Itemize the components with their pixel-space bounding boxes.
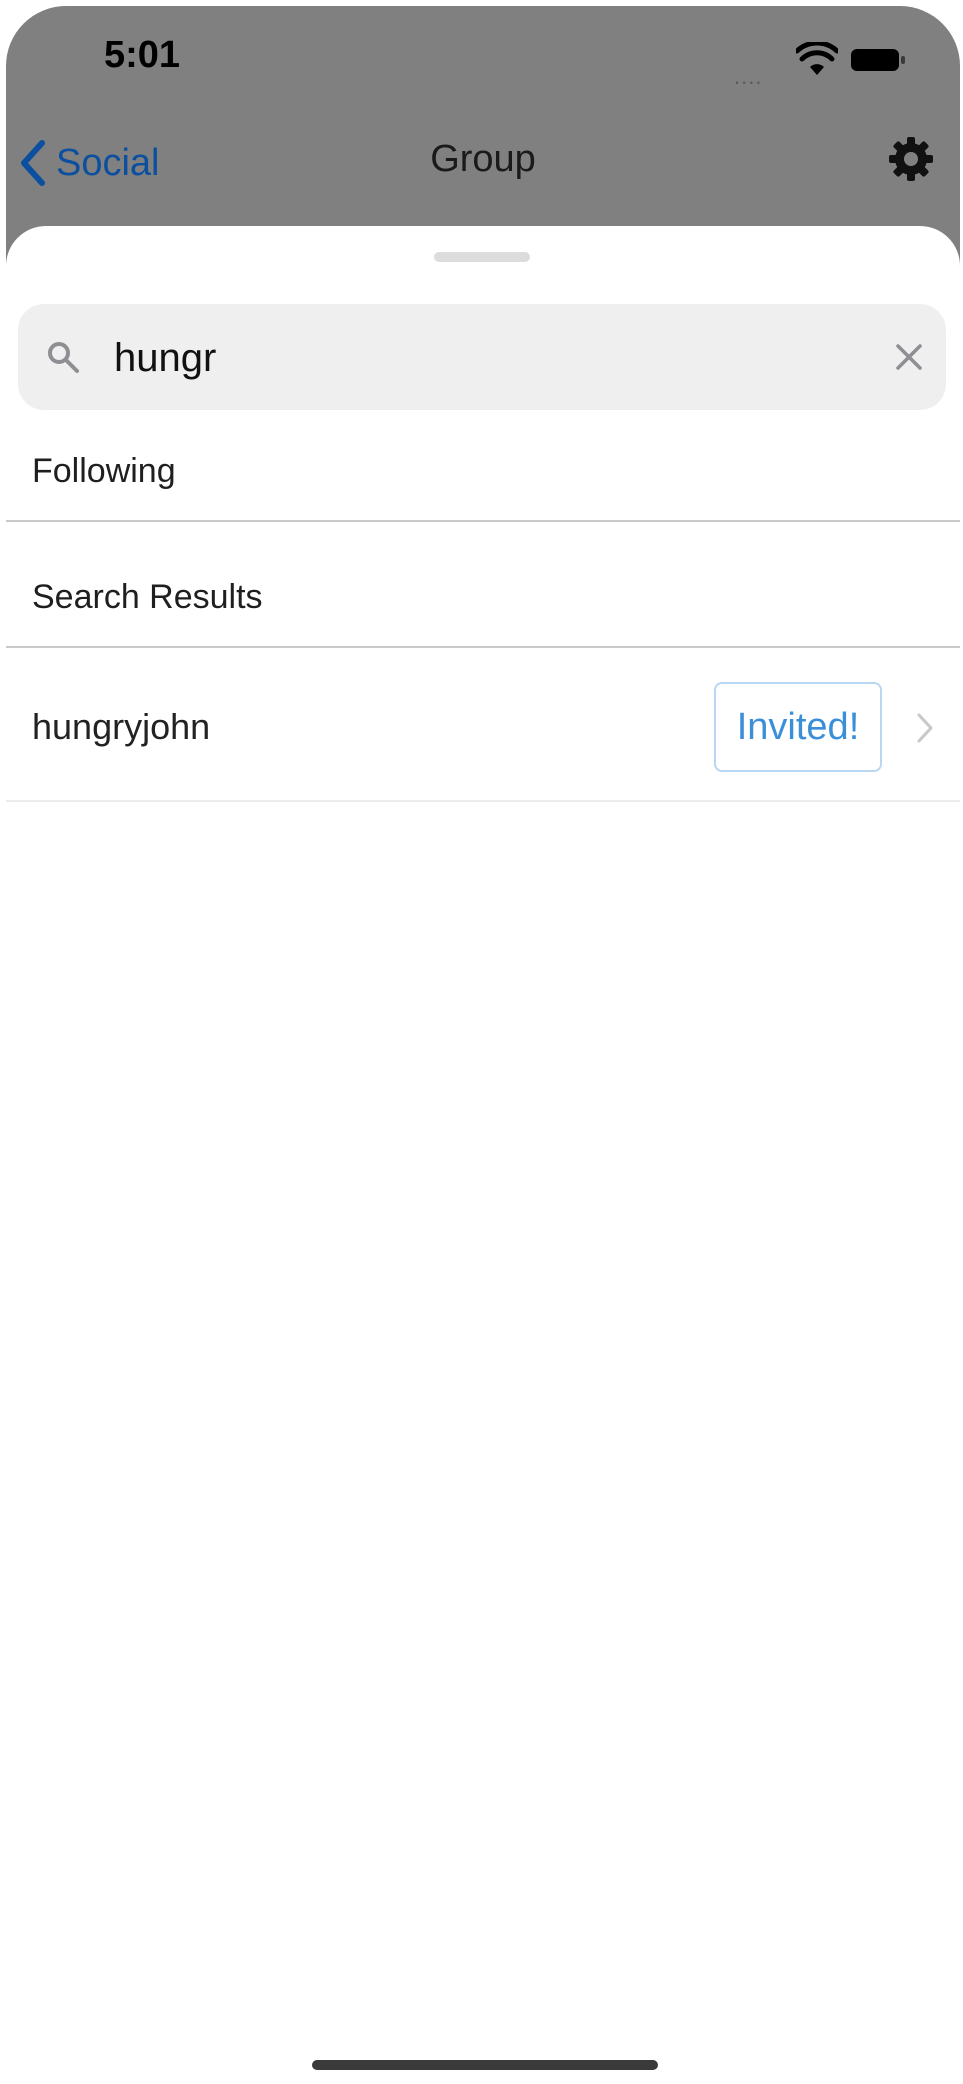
search-sheet: Following	[6, 226, 960, 2080]
home-indicator	[312, 2060, 658, 2070]
page-title: Group	[430, 138, 536, 180]
section-divider	[6, 646, 960, 648]
phone-screen: 5:01 .... Social Group hungr Following S…	[6, 6, 960, 2080]
row-divider	[6, 800, 960, 802]
search-icon	[48, 342, 79, 373]
section-header-search-results: Search Results	[32, 578, 263, 616]
close-icon[interactable]	[894, 342, 924, 372]
result-username: hungryjohn	[32, 706, 211, 747]
chevron-right-icon	[917, 713, 933, 743]
search-input[interactable]	[112, 322, 856, 394]
section-divider	[6, 520, 960, 522]
status-time: 5:01	[104, 34, 181, 76]
sheet-grabber[interactable]	[434, 252, 530, 262]
gear-icon[interactable]	[888, 136, 934, 182]
battery-icon	[851, 49, 905, 71]
section-header-following-label: Following	[32, 452, 176, 490]
search-bar	[18, 304, 946, 410]
list-item[interactable]: hungryjohn Invited!	[6, 652, 960, 806]
invited-button[interactable]: Invited!	[714, 682, 882, 772]
status-icons: ....	[734, 42, 924, 89]
wifi-icon	[796, 42, 838, 75]
navigation-bar: Social Group	[6, 126, 960, 196]
cellular-signal-indicator: ....	[734, 64, 763, 89]
